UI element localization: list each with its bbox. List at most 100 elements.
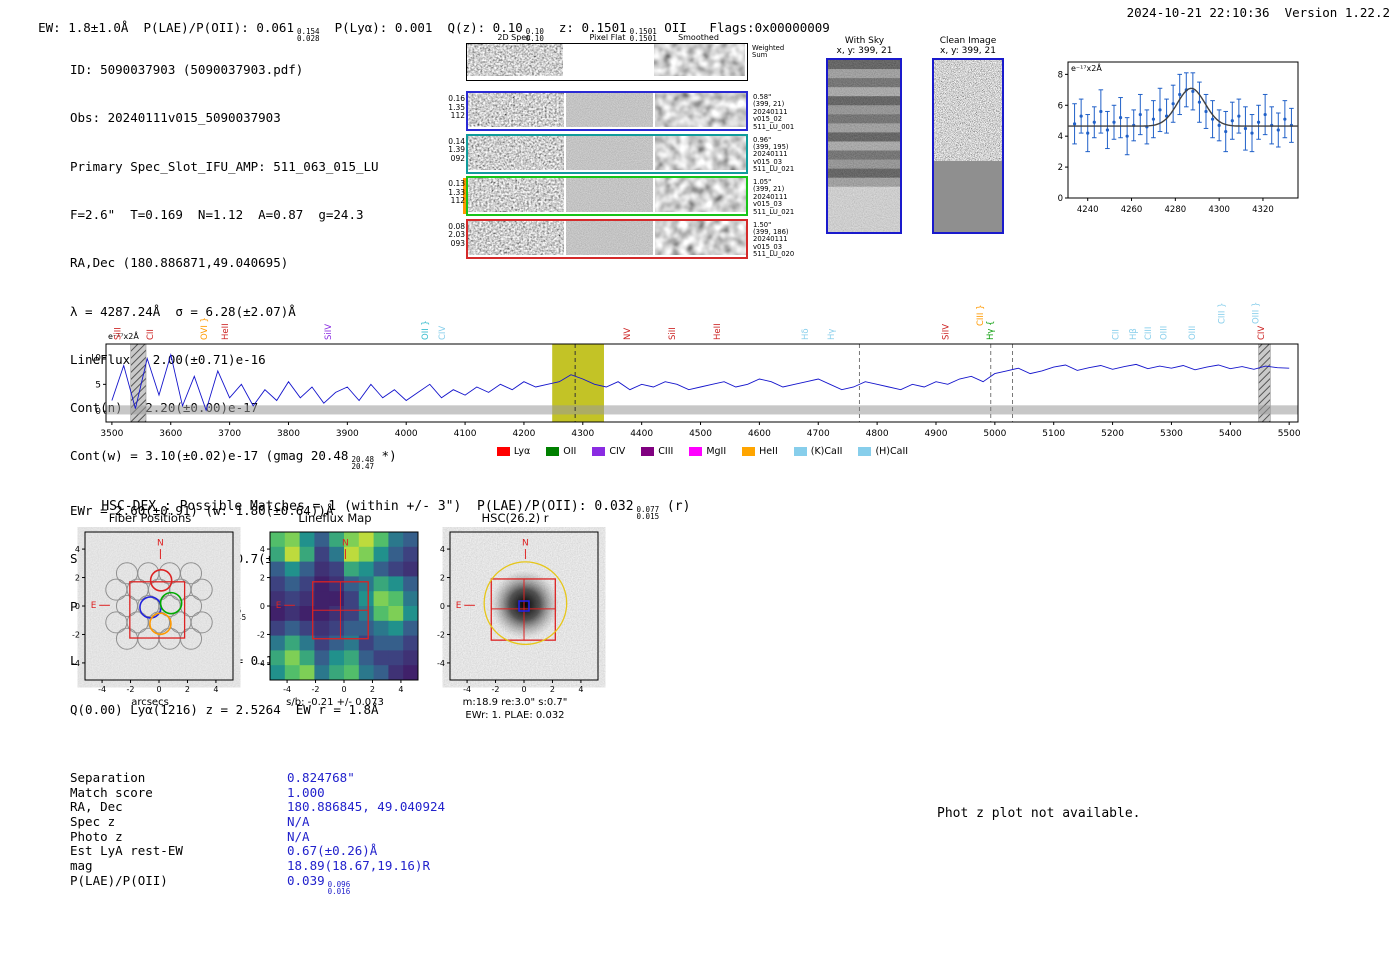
svg-text:-2: -2: [257, 630, 265, 639]
legend-item: CIV: [592, 446, 625, 457]
svg-text:8: 8: [1058, 70, 1063, 80]
match-table-label: Match score: [70, 784, 153, 800]
header-timestamp: 2024-10-21 22:10:36 Version 1.22.2: [1126, 5, 1390, 20]
spectrum-polyline: [111, 353, 1290, 412]
hsc-cutout-xlabel2: EWr: 1. PLAE: 0.032: [465, 710, 565, 721]
svg-text:0: 0: [260, 602, 265, 611]
cutout-row-annotation: 1.50" (399, 186) 20240111 v015_03 511_LU_020: [753, 220, 795, 259]
svg-text:4: 4: [440, 545, 445, 554]
fiber-positions-title: Fiber Positions: [108, 511, 192, 525]
cutout-cell-smooth: [655, 93, 746, 127]
match-table-row: Est LyA rest-EW 0.67(±0.26)Å: [70, 843, 445, 858]
legend-swatch: [546, 447, 560, 456]
photz-note: Phot z plot not available.: [937, 806, 1141, 821]
svg-text:2: 2: [370, 685, 375, 694]
svg-text:4: 4: [578, 685, 583, 694]
cutout-cell-flat: [566, 93, 653, 127]
legend-label: HeII: [759, 446, 778, 457]
fiber-positions-plot: -4 -4 -2 -2 0 0 2 2 4 4 N E: [72, 531, 234, 694]
match-table-value: 0.039: [287, 872, 325, 888]
svg-text:-2: -2: [72, 630, 80, 639]
svg-text:4500: 4500: [689, 429, 712, 439]
legend-item: OII: [546, 446, 576, 457]
info-gmag-range: 20.48 20.47: [351, 455, 375, 472]
emission-line-label: CIII: [1144, 327, 1154, 340]
cutout-rows: Weighted Sum 0.16 1.35 112 0.58" (399, 21) 2024…: [440, 30, 800, 265]
with-sky-coords: x, y: 399, 21: [836, 46, 893, 56]
svg-text:3900: 3900: [336, 429, 359, 439]
emission-line-label: HeII: [221, 323, 231, 340]
svg-text:0: 0: [521, 685, 526, 694]
legend-swatch: [858, 447, 872, 456]
legend-swatch: [742, 447, 756, 456]
legend-swatch: [496, 447, 510, 456]
clean-image-title: Clean Image: [939, 36, 997, 46]
emission-line-label: NV: [623, 328, 633, 340]
legend-swatch: [641, 447, 655, 456]
cutout-cell-smooth: [655, 220, 746, 255]
emission-line-label: CII: [1111, 329, 1121, 340]
hscdex-plae-range: 0.077 0.015: [636, 505, 660, 521]
hsc-cutout-xlabel: m:18.9 re:3.0" s:0.7": [462, 697, 568, 708]
lineflux-map-title: Lineflux Map: [298, 511, 372, 525]
emission-line-label: OII }: [421, 320, 431, 340]
north-label: N: [522, 539, 529, 549]
svg-text:-4: -4: [257, 659, 265, 668]
svg-text:4260: 4260: [1121, 205, 1143, 215]
svg-text:4100: 4100: [454, 429, 477, 439]
with-sky-panel: With Sky x, y: 399, 21: [812, 36, 917, 234]
emission-line-label: OIII: [1188, 326, 1198, 340]
info-obs: Obs: 20240111v015_5090037903: [70, 110, 281, 126]
svg-text:2: 2: [550, 685, 555, 694]
svg-text:-4: -4: [283, 685, 291, 694]
svg-text:4000: 4000: [395, 429, 418, 439]
cutout-cell-flat: [566, 220, 653, 255]
info-id: ID: 5090037903 (5090037903.pdf): [70, 62, 304, 78]
weighted-sum-label: Weighted Sum: [752, 44, 785, 60]
emission-line-label: OIII }: [1252, 302, 1262, 324]
with-sky-image: [826, 58, 902, 234]
cutout-row-fiber-2: 0.14 1.39 092 0.96" (399, 195) 20240111 v015_0…: [448, 133, 794, 174]
emission-line-label: Hγ {: [986, 320, 996, 340]
svg-text:5000: 5000: [983, 429, 1006, 439]
svg-text:4800: 4800: [866, 429, 889, 439]
svg-text:4700: 4700: [807, 429, 830, 439]
svg-text:3700: 3700: [218, 429, 241, 439]
svg-text:-4: -4: [463, 685, 471, 694]
emission-line-label: CIII }: [1217, 302, 1227, 324]
emission-line-label: SiII: [668, 327, 678, 340]
match-table-row: mag 18.89(18.67,19.16)R: [70, 858, 445, 873]
full-spectrum-plot: 3500 3600 3700 3800 3900 4000 4100 4200 4300 4400…: [92, 302, 1301, 439]
emission-line-label: SiIV: [324, 324, 334, 340]
svg-text:4: 4: [398, 685, 403, 694]
cutouts-2d-panel: 2D Spec Pixel Flat Smoothed Weighted Sum 0…: [440, 30, 800, 265]
east-label: E: [91, 601, 97, 611]
legend-label: CIV: [609, 446, 626, 457]
svg-text:2: 2: [1058, 163, 1063, 173]
match-table-label: RA, Dec: [70, 799, 123, 815]
svg-text:-4: -4: [98, 685, 106, 694]
clean-image-coords: x, y: 399, 21: [940, 46, 996, 56]
cutout-row-left-label: 0.13 1.33 112: [448, 179, 465, 205]
cutout-row-annotation: 0.58" (399, 21) 20240111 v015_02 511_LU_001: [753, 93, 795, 131]
svg-text:5100: 5100: [1042, 429, 1065, 439]
legend-label: (H)CaII: [875, 446, 909, 457]
cutout-row-annotation: 0.96" (399, 195) 20240111 v015_03 511_LU_021: [753, 135, 795, 174]
cutout-cell-flat: [566, 178, 653, 212]
svg-text:4: 4: [260, 545, 265, 554]
match-table-value: 0.824768": [287, 770, 355, 785]
svg-text:5300: 5300: [1160, 429, 1183, 439]
cutout-cell-smooth: [655, 178, 746, 212]
cutout-cell-2d: [467, 44, 563, 76]
svg-text:-4: -4: [72, 659, 80, 668]
legend-label: OII: [563, 446, 577, 457]
match-table-value-range: 0.096 0.016: [327, 879, 351, 896]
elixer-report-page: EW: 1.8±1.0Å P(LAE)/P(OII): 0.061 0.154 0.…: [0, 0, 1400, 953]
legend-label: (K)CaII: [810, 446, 843, 457]
lineflux-map-plot: -4 -4 -2 -2 0 0 2 2 4 4 N E: [257, 531, 419, 694]
match-table-label: Spec z: [70, 814, 116, 830]
legend-item: Lyα: [496, 446, 530, 457]
emission-line-label: HeII: [713, 323, 723, 340]
match-table-row: Photo z N/A: [70, 829, 445, 844]
north-label: N: [342, 539, 349, 549]
